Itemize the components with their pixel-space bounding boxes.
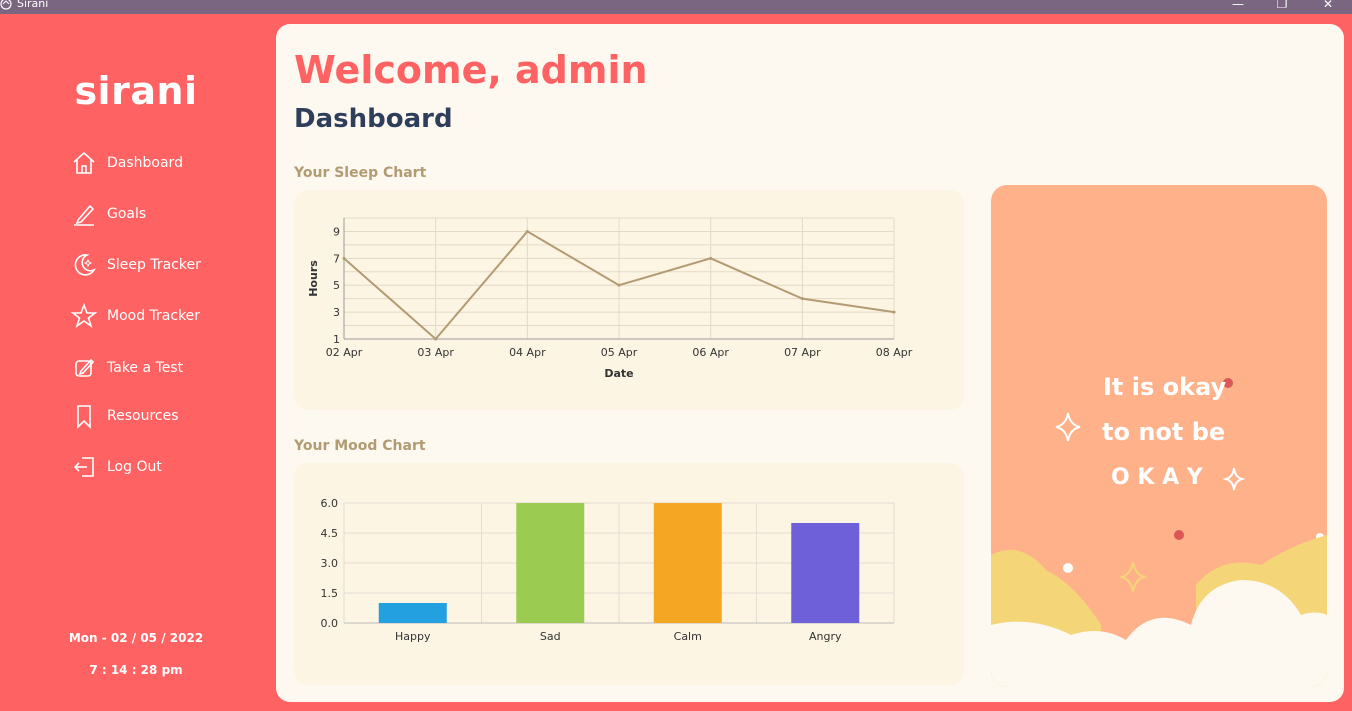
close-button[interactable]: ✕ xyxy=(1321,0,1335,12)
sleep-data-point xyxy=(892,310,896,314)
sleep-chart-card: 1 3 5 7 9 02 Apr 03 Apr 04 Apr 05 Apr 06 Apr 07 Ap… xyxy=(294,190,964,410)
sleep-data-point xyxy=(525,229,529,233)
x-tick-label: 03 Apr xyxy=(417,346,454,359)
x-tick-label: 08 Apr xyxy=(876,346,913,359)
page-title: Dashboard xyxy=(294,104,453,134)
x-tick-label: Happy xyxy=(395,630,431,643)
x-tick-label: 02 Apr xyxy=(326,346,363,359)
sidebar-item-label: Log Out xyxy=(107,459,162,475)
sidebar-item-label: Goals xyxy=(107,206,147,222)
mood-bar-happy xyxy=(378,603,447,623)
x-tick-label: 06 Apr xyxy=(692,346,729,359)
home-icon xyxy=(73,151,95,174)
sidebar-item-take-a-test[interactable]: Take a Test xyxy=(70,353,183,383)
sidebar-item-dashboard[interactable]: Dashboard xyxy=(70,148,183,178)
sleep-chart: 1 3 5 7 9 02 Apr 03 Apr 04 Apr 05 Apr 06 Apr 07 Ap… xyxy=(307,217,913,380)
y-tick-label: 9 xyxy=(333,225,340,238)
pencil-icon xyxy=(74,204,95,226)
y-tick-label: 0.0 xyxy=(321,617,339,630)
mood-bar-sad xyxy=(516,503,585,623)
sidebar-item-goals[interactable]: Goals xyxy=(70,199,146,229)
current-time: 7 : 14 : 28 pm xyxy=(89,663,183,677)
quote-line-1: It is okay xyxy=(1103,373,1227,401)
x-tick-label: 07 Apr xyxy=(784,346,821,359)
moon-icon xyxy=(74,254,97,276)
sleep-data-point xyxy=(342,256,346,260)
x-axis-title: Date xyxy=(604,367,633,380)
sidebar-item-mood-tracker[interactable]: Mood Tracker xyxy=(70,301,200,331)
mood-chart-card: 0.0 1.5 3.0 4.5 6.0 Happy Sad Calm Angry xyxy=(294,463,964,685)
mood-chart: 0.0 1.5 3.0 4.5 6.0 Happy Sad Calm Angry xyxy=(321,497,895,643)
x-tick-label: 04 Apr xyxy=(509,346,546,359)
window-title: Sirani xyxy=(17,0,49,10)
quote-card: It is okay to not be O K A Y xyxy=(991,185,1327,687)
quote-line-3: O K A Y xyxy=(1111,465,1203,490)
y-tick-label: 3.0 xyxy=(321,557,339,570)
sidebar-item-log-out[interactable]: Log Out xyxy=(70,452,162,482)
maximize-button[interactable]: ❐ xyxy=(1275,0,1289,12)
mood-bar-calm xyxy=(653,503,722,623)
main-panel: Welcome, admin Dashboard Your Sleep Char… xyxy=(276,24,1344,702)
sidebar-item-label: Resources xyxy=(107,408,179,424)
sleep-data-point xyxy=(800,297,804,301)
y-tick-label: 7 xyxy=(333,252,340,265)
y-tick-label: 4.5 xyxy=(321,527,339,540)
y-tick-label: 3 xyxy=(333,306,340,319)
app-icon xyxy=(0,0,12,10)
sleep-data-point xyxy=(709,256,713,260)
mood-bar-angry xyxy=(791,523,860,623)
welcome-heading: Welcome, admin xyxy=(294,48,648,92)
star-icon xyxy=(70,302,98,329)
quote-line-2: to not be xyxy=(1102,418,1226,446)
sidebar-item-label: Take a Test xyxy=(107,360,184,376)
current-date: Mon - 02 / 05 / 2022 xyxy=(68,631,204,645)
sidebar-item-resources[interactable]: Resources xyxy=(70,401,179,431)
x-tick-label: Calm xyxy=(674,630,702,643)
edit-square-icon xyxy=(75,358,95,377)
y-tick-label: 6.0 xyxy=(321,497,339,510)
window-titlebar: Sirani — ❐ ✕ xyxy=(0,0,1352,14)
sidebar-item-label: Mood Tracker xyxy=(107,308,201,324)
bookmark-icon xyxy=(77,405,91,429)
sidebar-item-label: Dashboard xyxy=(107,155,183,171)
mood-chart-title: Your Mood Chart xyxy=(294,438,426,454)
y-tick-label: 1 xyxy=(333,333,340,346)
x-tick-label: 05 Apr xyxy=(601,346,638,359)
sleep-data-point xyxy=(434,337,438,341)
minimize-button[interactable]: — xyxy=(1231,0,1245,12)
y-axis-title: Hours xyxy=(307,260,320,297)
y-tick-label: 5 xyxy=(333,279,340,292)
sidebar: sirani Dashboard Goals Sleep Tracker Moo… xyxy=(0,14,272,711)
sleep-chart-title: Your Sleep Chart xyxy=(294,165,427,181)
sidebar-item-sleep-tracker[interactable]: Sleep Tracker xyxy=(70,250,201,280)
sleep-data-point xyxy=(617,283,621,287)
y-tick-label: 1.5 xyxy=(321,587,339,600)
x-tick-label: Sad xyxy=(540,630,561,643)
app-logo: sirani xyxy=(74,69,198,113)
sidebar-item-label: Sleep Tracker xyxy=(107,257,201,273)
x-tick-label: Angry xyxy=(809,630,842,643)
logout-icon xyxy=(73,457,94,477)
